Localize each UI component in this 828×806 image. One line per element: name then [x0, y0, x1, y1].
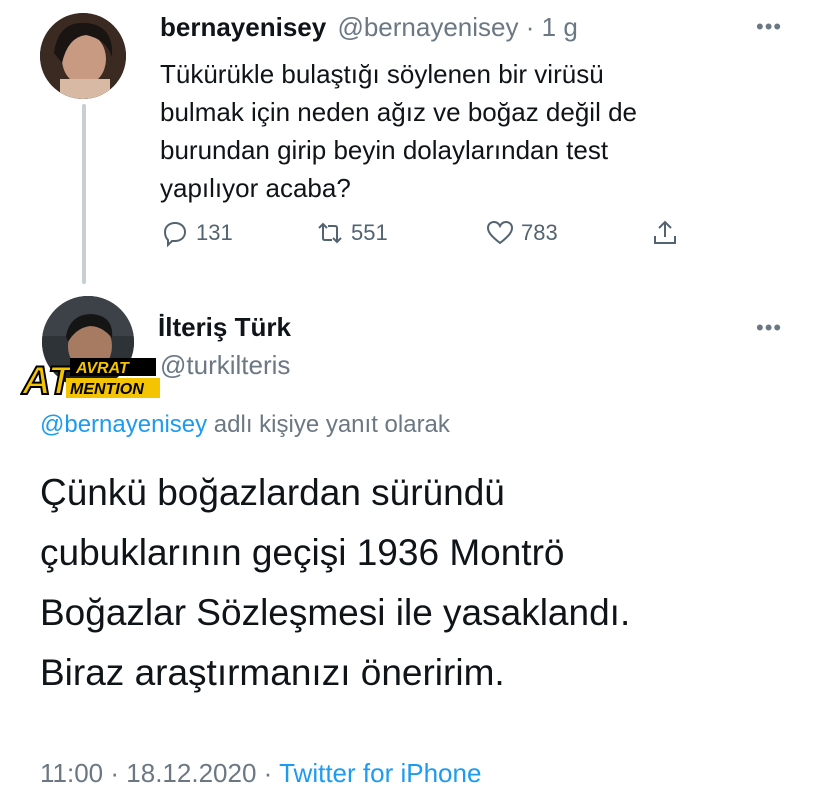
tweet-line: Tükürükle bulaştığı söylenen bir virüsü	[160, 59, 604, 89]
tweet-date[interactable]: 18.12.2020	[126, 758, 256, 788]
tweet-line: çubuklarının geçişi 1936 Montrö	[40, 532, 565, 573]
like-button[interactable]: 783	[485, 218, 558, 248]
reply-mention-link[interactable]: @bernayenisey	[40, 411, 207, 438]
badge-text-mention: MENTION	[70, 381, 144, 398]
tweet-time[interactable]: 11:00	[40, 758, 103, 788]
tweet-text: Tükürükle bulaştığı söylenen bir virüsü …	[160, 55, 760, 207]
replying-to: @bernayenisey adlı kişiye yanıt olarak	[40, 411, 450, 439]
reply-count: 131	[196, 220, 233, 245]
tweet-meta: 11:00 · 18.12.2020 · Twitter for iPhone	[40, 758, 481, 789]
tweet-text: Çünkü boğazlardan süründü çubuklarının g…	[40, 463, 800, 703]
separator: ·	[110, 758, 120, 788]
share-button[interactable]	[650, 218, 680, 248]
replying-to-suffix: adlı kişiye yanıt olarak	[207, 411, 450, 438]
display-name[interactable]: İlteriş Türk	[158, 312, 291, 343]
user-handle[interactable]: @turkilteris	[160, 350, 290, 381]
tweet-source-link[interactable]: Twitter for iPhone	[279, 758, 481, 788]
like-count: 783	[521, 220, 558, 245]
tweet-line: burundan girip beyin dolaylarından test	[160, 135, 609, 165]
avatar[interactable]	[40, 13, 126, 99]
user-handle[interactable]: @bernayenisey	[337, 12, 518, 42]
retweet-button[interactable]: 551	[315, 218, 388, 248]
separator: ·	[263, 758, 273, 788]
more-icon[interactable]: •••	[756, 14, 782, 40]
tweet-line: yapılıyor acaba?	[160, 173, 351, 203]
retweet-count: 551	[351, 220, 388, 245]
tweet-header: bernayenisey @bernayenisey · 1 g	[160, 12, 578, 43]
retweet-icon	[318, 222, 342, 244]
display-name[interactable]: bernayenisey	[160, 12, 326, 42]
share-icon	[654, 220, 676, 244]
avatar-photo	[40, 13, 126, 99]
tweet-line: Boğazlar Sözleşmesi ile yasaklandı.	[40, 592, 631, 633]
reply-button[interactable]: 131	[160, 218, 233, 248]
avrat-mention-badge: AT AVRAT MENTION	[20, 358, 160, 404]
badge-text-avrat: AVRAT	[75, 360, 130, 377]
tweet-time[interactable]: 1 g	[542, 12, 578, 42]
reply-icon	[163, 221, 187, 248]
tweet-line: Biraz araştırmanızı öneririm.	[40, 652, 505, 693]
heart-icon	[486, 220, 514, 245]
tweet-actions: 131 551 783	[160, 218, 720, 252]
more-icon[interactable]: •••	[756, 315, 782, 341]
separator: ·	[525, 12, 535, 42]
tweet-line: bulmak için neden ağız ve boğaz değil de	[160, 97, 637, 127]
tweet-line: Çünkü boğazlardan süründü	[40, 472, 505, 513]
thread-line	[82, 104, 86, 284]
